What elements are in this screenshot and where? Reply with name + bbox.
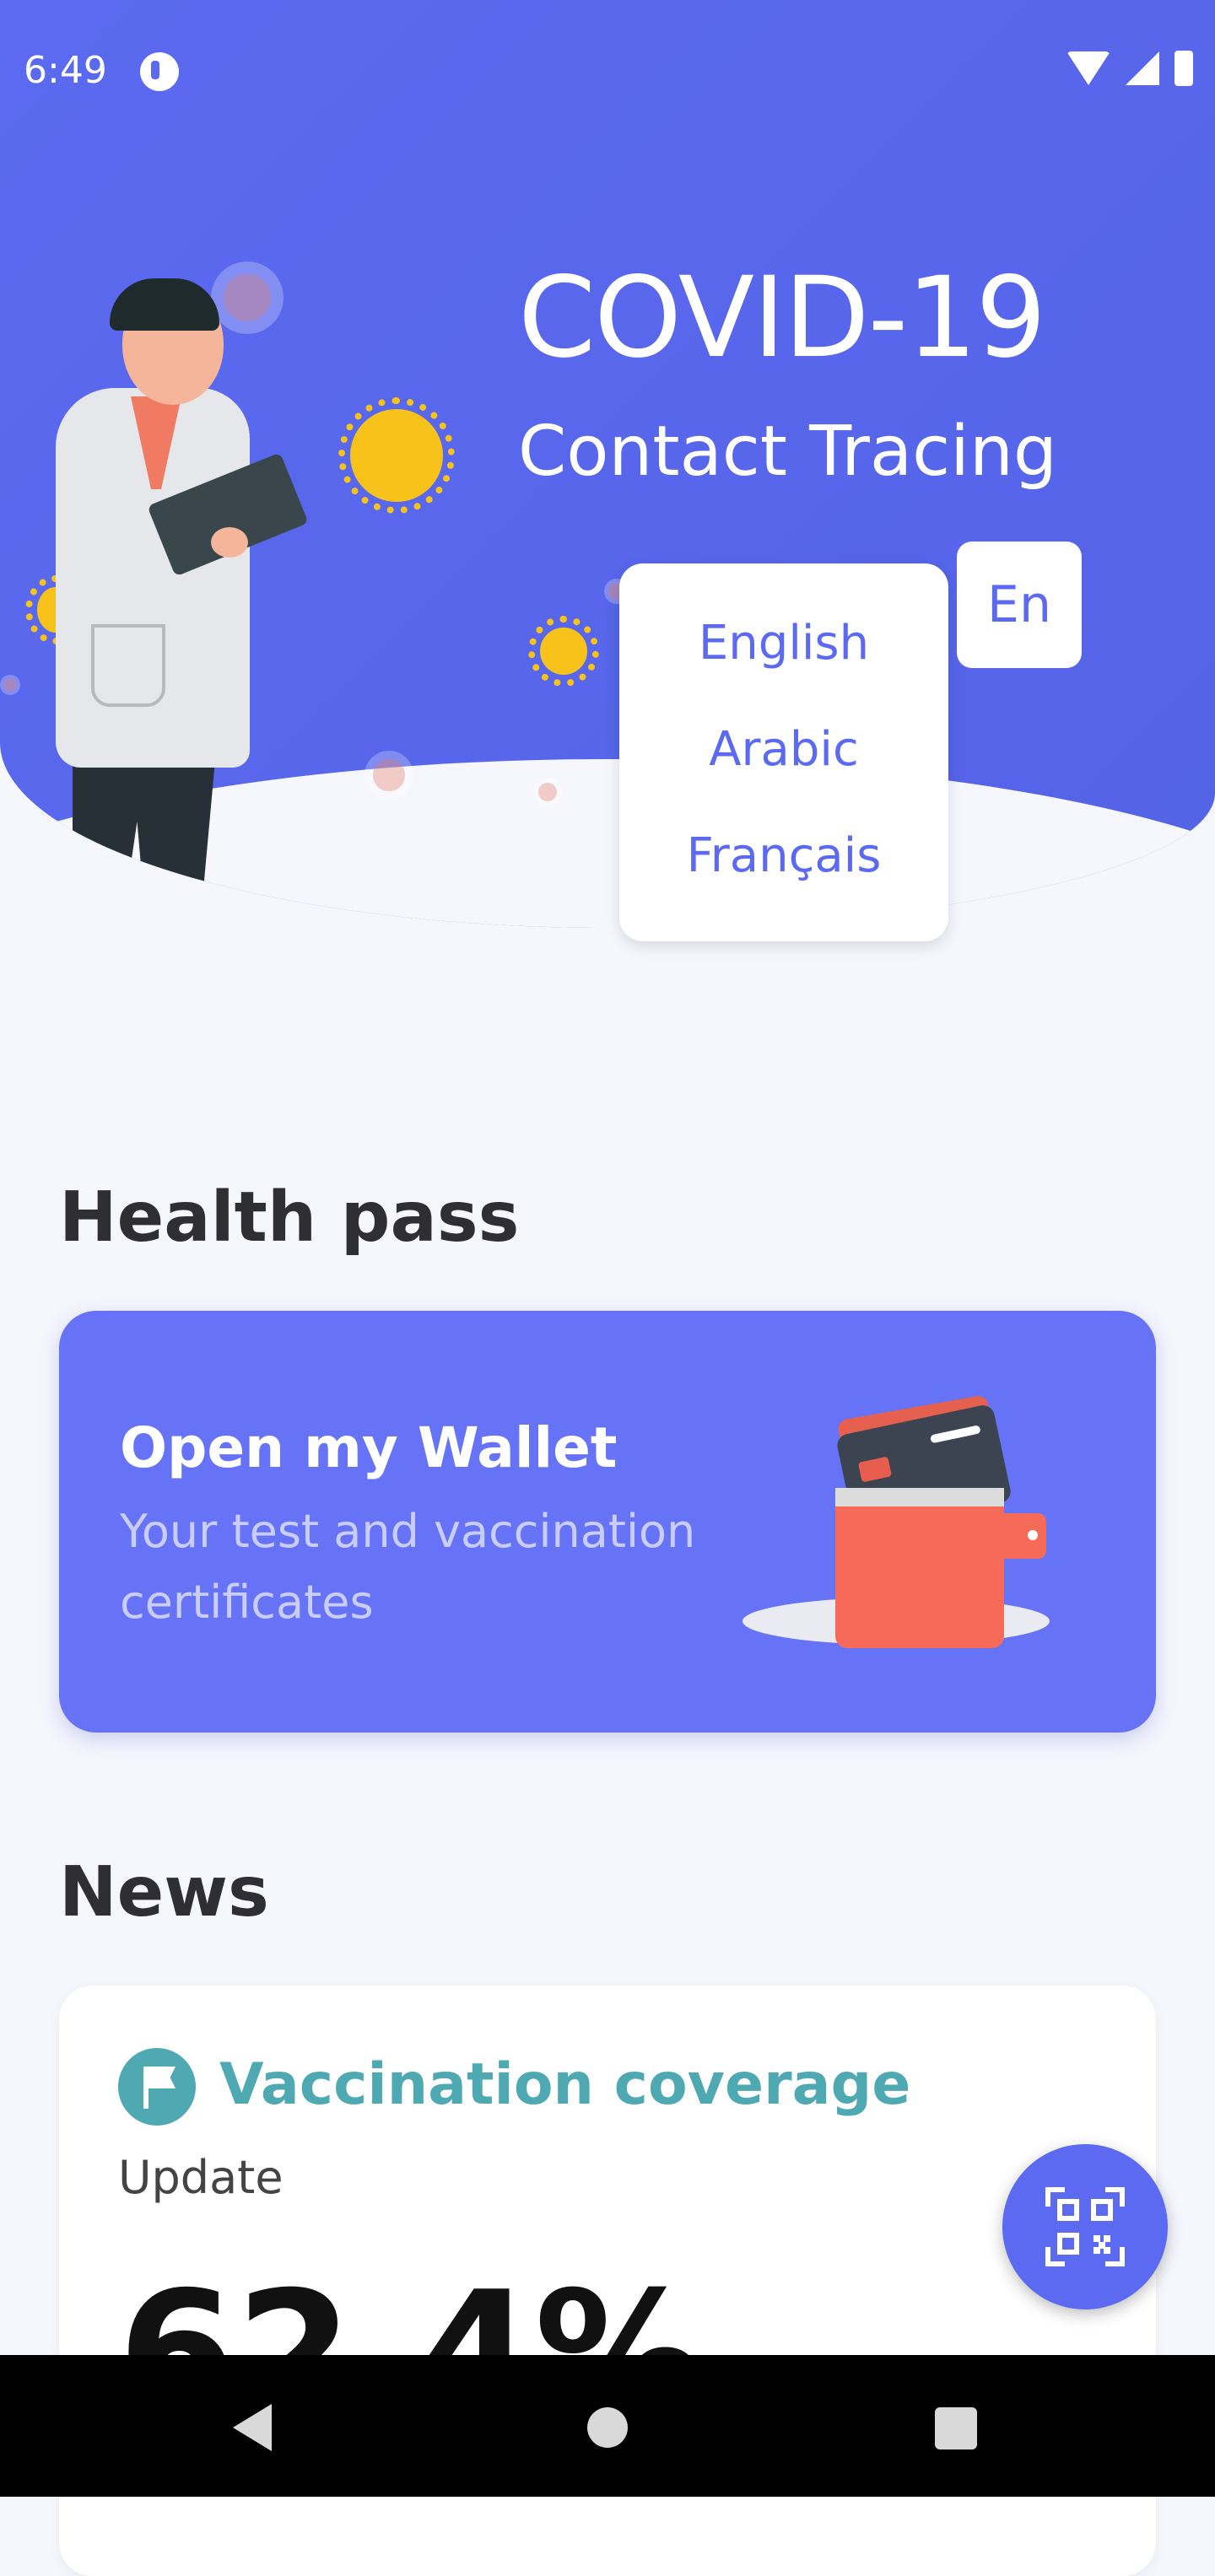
app-notification-icon xyxy=(140,52,179,91)
decor-bubble xyxy=(364,751,413,800)
status-icons xyxy=(1066,51,1193,86)
app-subtitle: Contact Tracing xyxy=(518,412,1057,492)
wallet-card-description: Your test and vaccination certificates xyxy=(120,1505,696,1629)
status-bar: 6:49 xyxy=(0,0,1215,143)
app-title: COVID-19 xyxy=(518,253,1046,383)
virus-icon xyxy=(528,616,599,687)
status-time: 6:49 xyxy=(24,49,107,92)
language-option-english[interactable]: English xyxy=(619,616,948,671)
language-menu: English Arabic Français xyxy=(619,563,948,941)
news-card-title: Vaccination coverage xyxy=(219,2051,911,2118)
wallet-card-title: Open my Wallet xyxy=(120,1415,618,1480)
flag-icon xyxy=(118,2048,196,2126)
virus-icon xyxy=(338,397,455,514)
decor-bubble xyxy=(533,778,562,806)
news-title: News xyxy=(59,1852,269,1932)
news-card-subtitle: Update xyxy=(118,2151,284,2204)
signal-icon xyxy=(1126,51,1159,85)
battery-icon xyxy=(1174,51,1193,86)
wallet-icon xyxy=(742,1387,1072,1665)
health-pass-title: Health pass xyxy=(59,1178,520,1258)
decor-bubble xyxy=(0,675,20,695)
doctor-illustration xyxy=(51,278,309,928)
recent-apps-icon[interactable] xyxy=(935,2407,977,2449)
language-button[interactable]: En xyxy=(957,542,1082,668)
language-option-francais[interactable]: Français xyxy=(619,828,948,883)
wifi-icon xyxy=(1066,51,1110,85)
open-wallet-card[interactable]: Open my Wallet Your test and vaccination… xyxy=(59,1311,1156,1733)
qr-code-icon xyxy=(1045,2187,1125,2266)
qr-scan-button[interactable] xyxy=(1002,2144,1168,2309)
home-icon[interactable] xyxy=(587,2407,628,2448)
back-icon[interactable] xyxy=(233,2404,272,2451)
language-option-arabic[interactable]: Arabic xyxy=(619,722,948,777)
system-navigation-bar xyxy=(0,2355,1215,2497)
